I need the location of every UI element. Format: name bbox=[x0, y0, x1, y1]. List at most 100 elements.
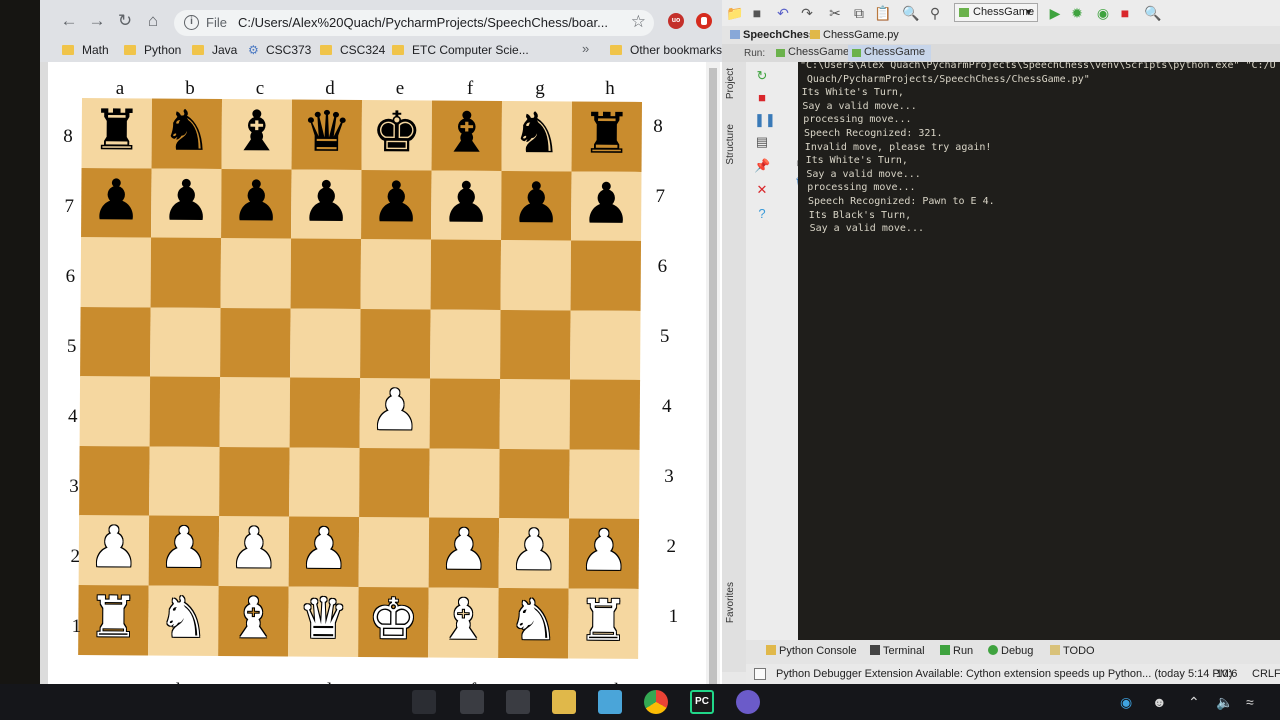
black-pawn-piece[interactable]: ♟ bbox=[571, 171, 641, 241]
chrome-tray-icon[interactable]: ◉ bbox=[1120, 694, 1132, 711]
square-b4[interactable] bbox=[149, 376, 221, 448]
run-console-output[interactable]: "C:\Users\Alex Quach\PycharmProjects\Spe… bbox=[798, 62, 1280, 640]
address-bar[interactable]: i File C:/Users/Alex%20Quach/PycharmProj… bbox=[174, 10, 654, 36]
black-rook-piece[interactable]: ♜ bbox=[82, 98, 152, 168]
square-a3[interactable] bbox=[79, 445, 150, 517]
square-f4[interactable] bbox=[429, 378, 501, 449]
square-b5[interactable] bbox=[150, 307, 221, 378]
tab-debug[interactable]: Debug bbox=[988, 645, 1033, 657]
square-g3[interactable] bbox=[499, 448, 570, 519]
square-c4[interactable] bbox=[219, 377, 291, 448]
search-everywhere-icon[interactable]: 🔍 bbox=[1144, 4, 1162, 22]
run-coverage-icon[interactable]: ◉ bbox=[1094, 4, 1112, 22]
tablet-icon[interactable] bbox=[506, 690, 530, 714]
bookmark-csc373[interactable]: ⚙ CSC373 bbox=[248, 43, 311, 57]
run-tab-chessgame-1[interactable]: ChessGame bbox=[772, 45, 855, 61]
square-c6[interactable] bbox=[220, 238, 292, 309]
stop-icon[interactable]: ■ bbox=[754, 90, 770, 106]
square-e2[interactable] bbox=[358, 516, 430, 588]
white-pawn-piece[interactable]: ♟ bbox=[79, 515, 149, 585]
square-e6[interactable] bbox=[360, 238, 432, 310]
pycharm-icon[interactable]: PC bbox=[690, 690, 714, 714]
more-bookmarks-chevron[interactable]: » bbox=[582, 41, 589, 56]
black-bishop-piece[interactable]: ♝ bbox=[222, 99, 292, 169]
run-icon[interactable]: ▶ bbox=[1046, 4, 1064, 22]
square-e3[interactable] bbox=[359, 447, 430, 518]
cut-icon[interactable]: ✂ bbox=[826, 4, 844, 22]
forward-icon[interactable]: → bbox=[86, 10, 108, 32]
photos-icon[interactable] bbox=[598, 690, 622, 714]
save-icon[interactable]: ■ bbox=[748, 4, 766, 22]
square-a5[interactable] bbox=[80, 306, 151, 378]
bookmark-etc-computer-science[interactable]: ETC Computer Scie... bbox=[392, 43, 529, 57]
discord-icon[interactable] bbox=[736, 690, 760, 714]
black-pawn-piece[interactable]: ♟ bbox=[501, 170, 571, 240]
close-icon[interactable]: ✕ bbox=[754, 182, 770, 198]
replace-icon[interactable]: ⚲ bbox=[926, 4, 944, 22]
chevron-up-icon[interactable]: ⌃ bbox=[1188, 694, 1200, 711]
debug-icon[interactable]: ✹ bbox=[1068, 4, 1086, 22]
white-knight-piece[interactable]: ♞ bbox=[148, 585, 218, 655]
black-king-piece[interactable]: ♚ bbox=[362, 100, 432, 170]
black-pawn-piece[interactable]: ♟ bbox=[81, 168, 151, 238]
dump-threads-icon[interactable]: ▤ bbox=[754, 134, 770, 150]
square-e5[interactable] bbox=[360, 308, 431, 379]
square-a4[interactable] bbox=[79, 376, 151, 447]
tab-todo[interactable]: TODO bbox=[1050, 645, 1095, 657]
square-c3[interactable] bbox=[219, 446, 290, 518]
white-knight-piece[interactable]: ♞ bbox=[498, 587, 568, 657]
black-pawn-piece[interactable]: ♟ bbox=[221, 169, 291, 239]
volume-icon[interactable]: 🔈 bbox=[1216, 694, 1233, 711]
reload-icon[interactable]: ↻ bbox=[114, 10, 136, 32]
square-d5[interactable] bbox=[290, 308, 361, 379]
pin-tab-icon[interactable]: 📌 bbox=[754, 158, 770, 174]
bookmark-star-icon[interactable]: ☆ bbox=[631, 12, 646, 32]
square-b3[interactable] bbox=[149, 446, 220, 517]
white-bishop-piece[interactable]: ♝ bbox=[218, 586, 288, 656]
canada-flag-extension-icon[interactable] bbox=[696, 13, 712, 29]
square-h6[interactable] bbox=[570, 240, 642, 311]
copy-icon[interactable]: ⧉ bbox=[850, 4, 868, 22]
structure-side-tab[interactable]: Structure bbox=[725, 124, 736, 165]
bookmark-other[interactable]: Other bookmarks bbox=[610, 43, 722, 57]
white-pawn-piece[interactable]: ♟ bbox=[149, 516, 219, 586]
white-pawn-piece[interactable]: ♟ bbox=[289, 517, 359, 587]
black-pawn-piece[interactable]: ♟ bbox=[151, 168, 221, 238]
white-bishop-piece[interactable]: ♝ bbox=[428, 587, 498, 657]
status-toggle-icon[interactable] bbox=[754, 668, 766, 680]
black-pawn-piece[interactable]: ♟ bbox=[291, 169, 361, 239]
chrome-icon[interactable] bbox=[644, 690, 668, 714]
square-d3[interactable] bbox=[289, 447, 360, 518]
square-b6[interactable] bbox=[150, 237, 222, 309]
run-configuration-select[interactable]: ChessGame ▼ bbox=[954, 3, 1038, 22]
black-knight-piece[interactable]: ♞ bbox=[502, 101, 572, 171]
black-rook-piece[interactable]: ♜ bbox=[572, 101, 642, 171]
black-knight-piece[interactable]: ♞ bbox=[152, 99, 222, 169]
scrollbar-thumb[interactable] bbox=[709, 68, 717, 684]
square-g5[interactable] bbox=[500, 309, 571, 380]
bookmark-math[interactable]: Math bbox=[62, 43, 109, 57]
open-folder-icon[interactable]: 📁 bbox=[726, 4, 744, 22]
bookmark-python[interactable]: Python bbox=[124, 43, 181, 57]
tab-python-console[interactable]: Python Console bbox=[766, 645, 857, 657]
cursor-position[interactable]: 10:6 bbox=[1216, 668, 1237, 680]
breadcrumb-project[interactable]: SpeechChess bbox=[730, 29, 815, 41]
find-icon[interactable]: 🔍 bbox=[902, 4, 920, 22]
tab-terminal[interactable]: Terminal bbox=[870, 645, 925, 657]
bookmark-java[interactable]: Java bbox=[192, 43, 237, 57]
white-queen-piece[interactable]: ♛ bbox=[288, 586, 358, 656]
black-bishop-piece[interactable]: ♝ bbox=[432, 100, 502, 170]
task-view-icon[interactable] bbox=[412, 690, 436, 714]
white-pawn-piece[interactable]: ♟ bbox=[569, 518, 639, 588]
white-rook-piece[interactable]: ♜ bbox=[78, 585, 148, 655]
black-queen-piece[interactable]: ♛ bbox=[292, 100, 362, 170]
wifi-icon[interactable]: ≈ bbox=[1246, 694, 1254, 710]
pause-icon[interactable]: ❚❚ bbox=[754, 112, 776, 128]
undo-icon[interactable]: ↶ bbox=[774, 4, 792, 22]
white-rook-piece[interactable]: ♜ bbox=[568, 588, 638, 658]
line-separator[interactable]: CRLF bbox=[1252, 668, 1280, 680]
tab-run[interactable]: Run bbox=[940, 645, 973, 657]
rerun-icon[interactable]: ↻ bbox=[754, 68, 770, 84]
project-side-tab[interactable]: Project bbox=[725, 68, 736, 99]
url-text[interactable]: C:/Users/Alex%20Quach/PycharmProjects/Sp… bbox=[238, 15, 608, 30]
